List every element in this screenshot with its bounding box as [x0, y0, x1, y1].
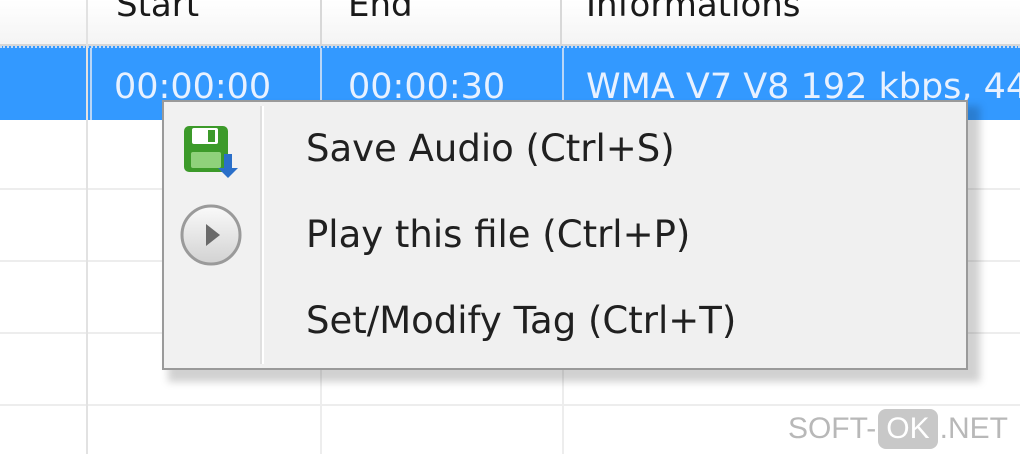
menu-item-save-audio[interactable]: Save Audio (Ctrl+S) [164, 106, 966, 192]
column-header-end[interactable]: End [348, 0, 413, 43]
watermark: SOFT- OK .NET [788, 408, 1008, 450]
row-header-divider [86, 0, 88, 454]
context-menu: Save Audio (Ctrl+S) Play this file (Ctrl… [162, 100, 968, 370]
play-icon [178, 202, 244, 268]
menu-item-set-modify-tag[interactable]: Set/Modify Tag (Ctrl+T) [164, 278, 966, 364]
column-header-informations[interactable]: Informations [586, 0, 801, 43]
column-divider[interactable] [320, 0, 322, 44]
table-row-divider [0, 404, 1020, 406]
table-header: Start End Informations [0, 0, 1020, 46]
watermark-badge: OK [878, 409, 938, 449]
cell-divider [90, 48, 92, 120]
watermark-suffix: .NET [939, 412, 1008, 445]
column-header-start[interactable]: Start [116, 0, 199, 43]
save-audio-icon [178, 116, 244, 182]
column-divider[interactable] [560, 0, 562, 44]
menu-item-play-file[interactable]: Play this file (Ctrl+P) [164, 192, 966, 278]
watermark-prefix: SOFT- [787, 412, 877, 445]
menu-item-label: Set/Modify Tag (Ctrl+T) [306, 299, 737, 342]
menu-item-label: Save Audio (Ctrl+S) [306, 127, 675, 170]
menu-item-label: Play this file (Ctrl+P) [306, 213, 691, 256]
